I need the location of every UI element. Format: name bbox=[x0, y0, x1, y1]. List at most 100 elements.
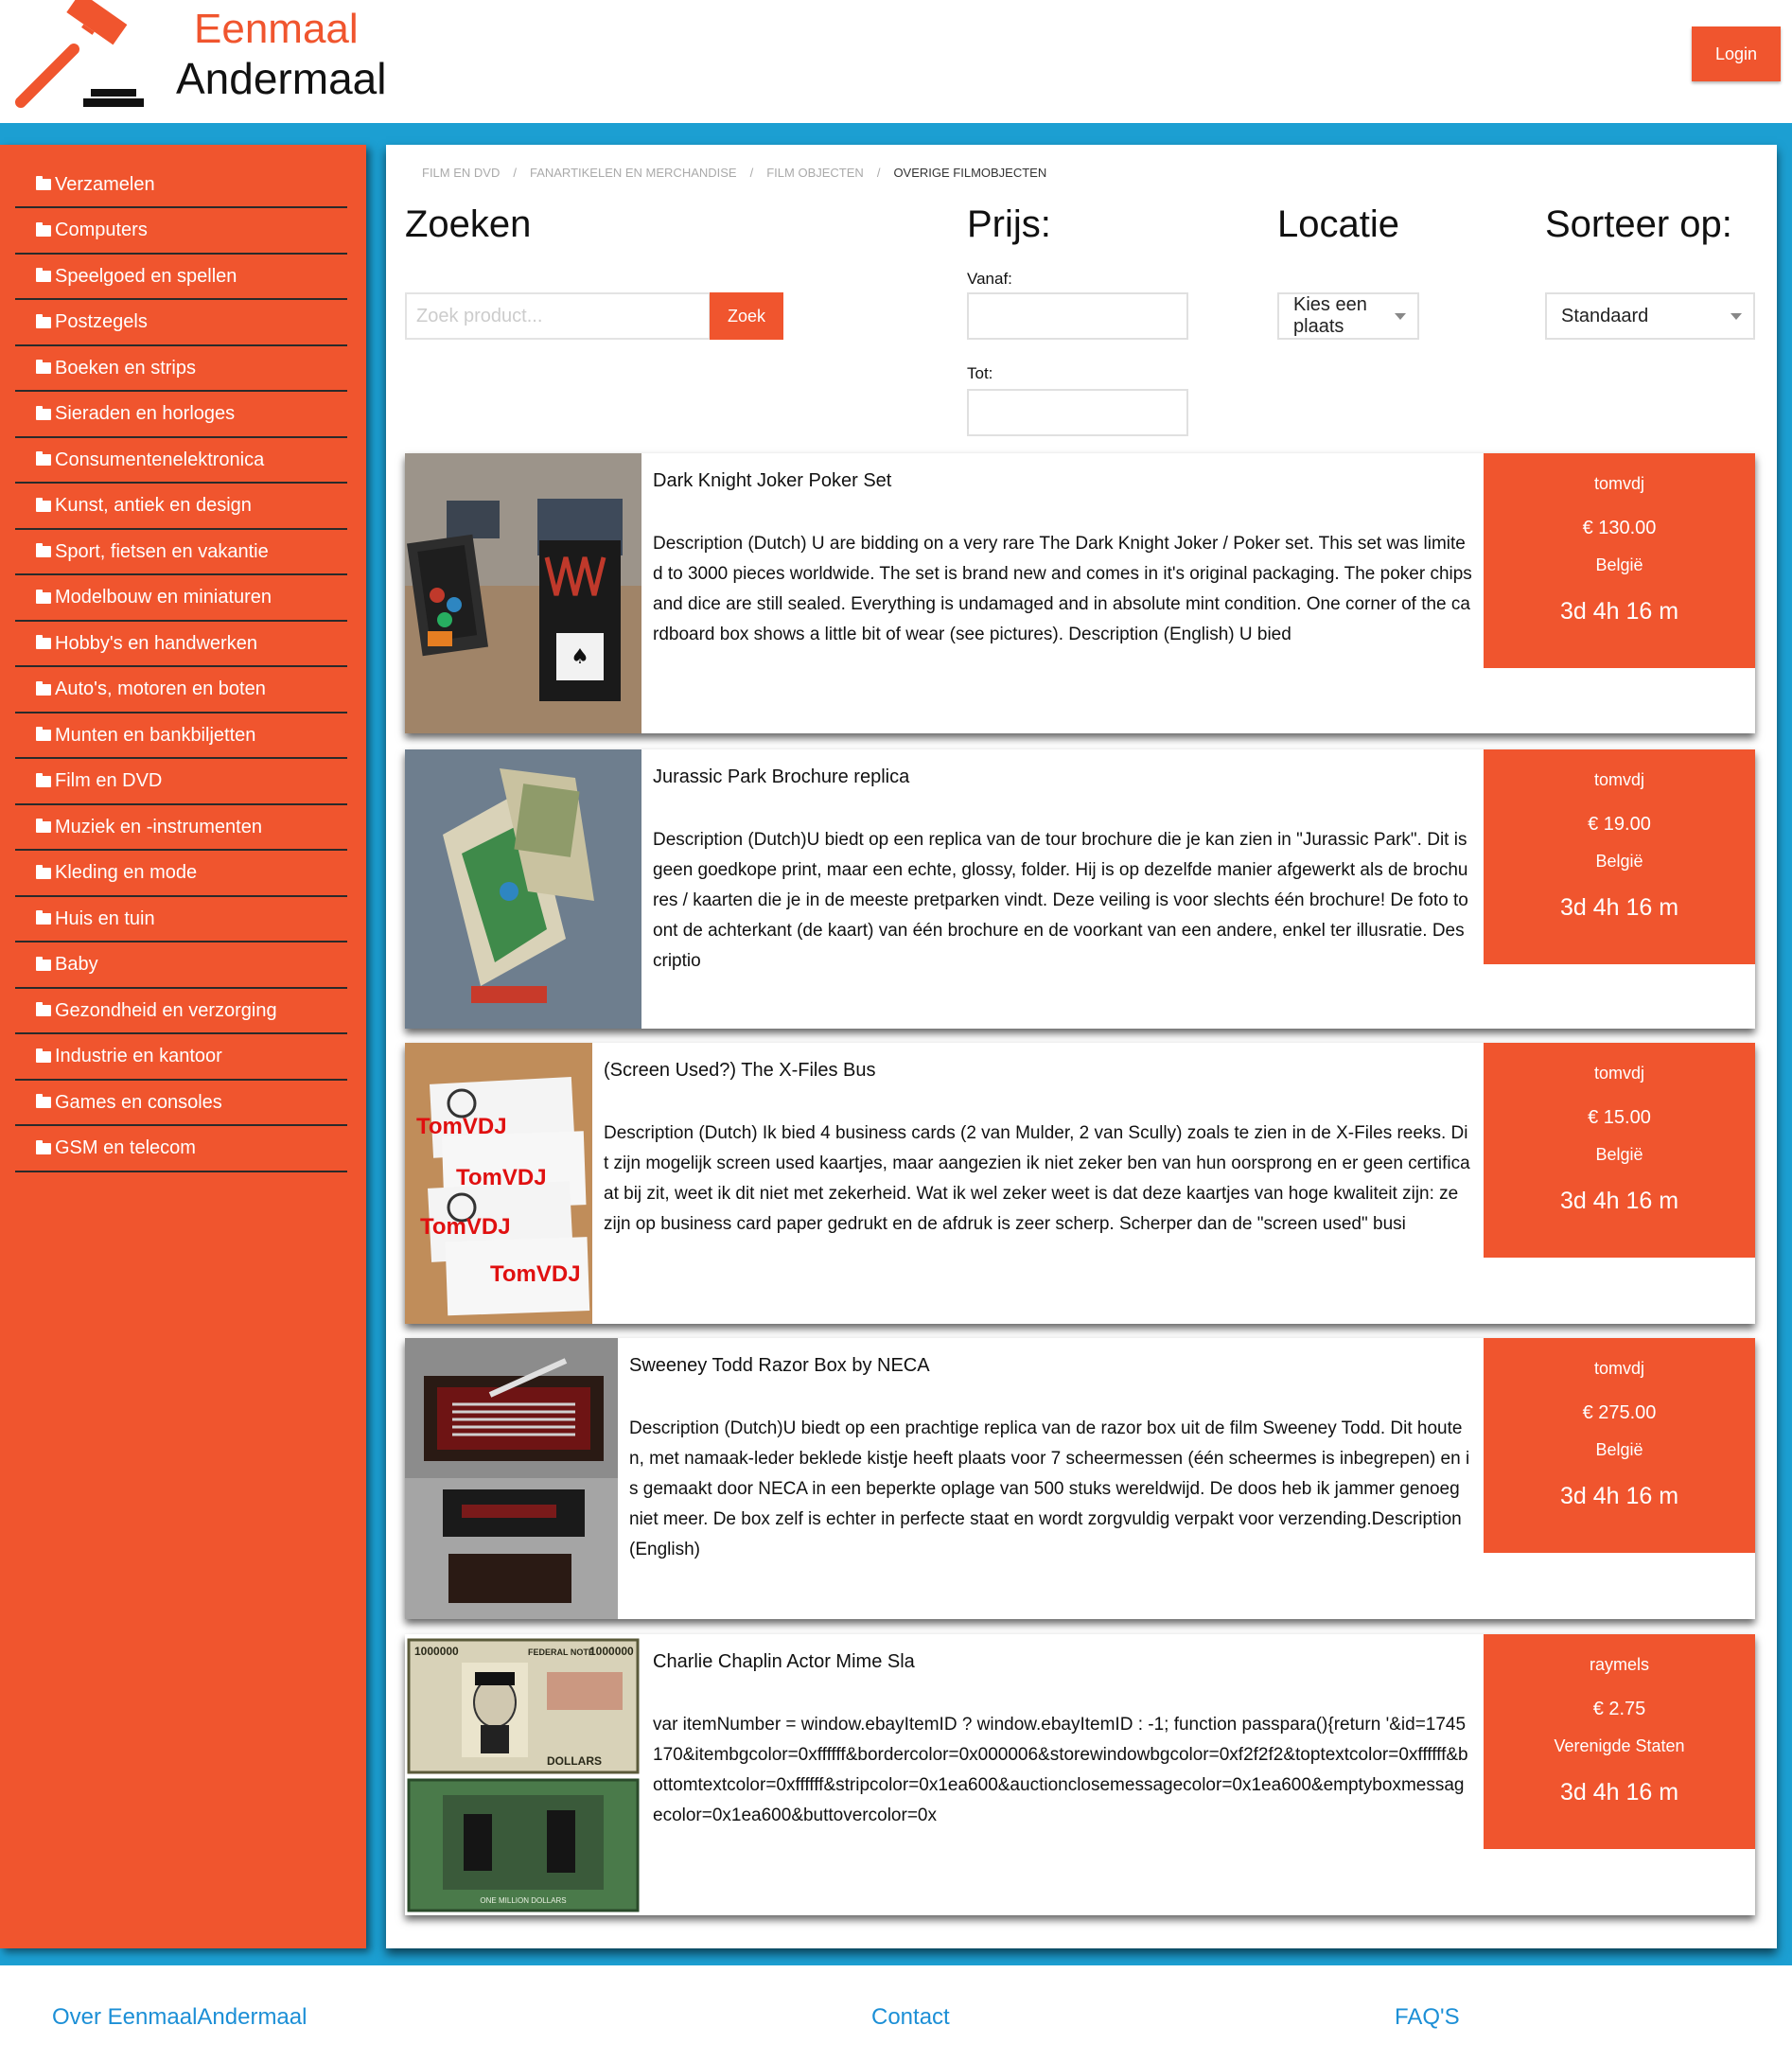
listing-title[interactable]: Jurassic Park Brochure replica bbox=[653, 766, 909, 788]
listing-price: € 15.00 bbox=[1588, 1107, 1651, 1128]
listing-seller[interactable]: tomvdj bbox=[1484, 474, 1755, 494]
sidebar-item-kunst-antiek-en-design[interactable]: Kunst, antiek en design bbox=[15, 484, 347, 530]
sidebar-item-postzegels[interactable]: Postzegels bbox=[15, 301, 347, 346]
sidebar-item-label: Postzegels bbox=[55, 311, 148, 332]
sidebar-item-modelbouw-en-miniaturen[interactable]: Modelbouw en miniaturen bbox=[15, 576, 347, 622]
breadcrumb-item-fanartikelen[interactable]: FANARTIKELEN EN MERCHANDISE bbox=[530, 166, 737, 180]
sidebar-item-industrie-en-kantoor[interactable]: Industrie en kantoor bbox=[15, 1035, 347, 1081]
banknote-photo: 1000000 FEDERAL NOTE 1000000 DOLLARS ONE… bbox=[405, 1634, 641, 1915]
sidebar-item-film-en-dvd[interactable]: Film en DVD bbox=[15, 760, 347, 805]
listing-card[interactable]: Sweeney Todd Razor Box by NECA Descripti… bbox=[405, 1338, 1755, 1619]
sidebar-item-label: Consumentenelektronica bbox=[55, 449, 265, 470]
sidebar-item-sieraden-en-horloges[interactable]: Sieraden en horloges bbox=[15, 393, 347, 438]
sidebar-item-verzamelen[interactable]: Verzamelen bbox=[15, 163, 347, 208]
sidebar-item-games-en-consoles[interactable]: Games en consoles bbox=[15, 1081, 347, 1126]
listing-image[interactable] bbox=[405, 749, 641, 1029]
sidebar-item-speelgoed-en-spellen[interactable]: Speelgoed en spellen bbox=[15, 255, 347, 300]
listing-seller[interactable]: tomvdj bbox=[1484, 1359, 1755, 1379]
sidebar-item-huis-en-tuin[interactable]: Huis en tuin bbox=[15, 897, 347, 942]
sidebar-item-label: Auto's, motoren en boten bbox=[55, 678, 266, 699]
watermark-text: TomVDJ bbox=[490, 1261, 581, 1287]
sidebar-item-muziek-en-instrumenten[interactable]: Muziek en -instrumenten bbox=[15, 805, 347, 851]
sidebar-item-label: Verzamelen bbox=[55, 173, 155, 195]
listing-image[interactable] bbox=[405, 1338, 618, 1619]
sidebar-item-label: Kunst, antiek en design bbox=[55, 495, 252, 516]
logo-text-eenmaal[interactable]: Eenmaal bbox=[194, 6, 359, 53]
sidebar-item-gezondheid-en-verzorging[interactable]: Gezondheid en verzorging bbox=[15, 989, 347, 1034]
gavel-icon[interactable] bbox=[8, 0, 149, 109]
breadcrumb: FILM EN DVD / FANARTIKELEN EN MERCHANDIS… bbox=[422, 166, 1046, 180]
folder-icon bbox=[36, 956, 51, 971]
logo-text-andermaal[interactable]: Andermaal bbox=[176, 53, 386, 104]
sidebar-item-auto-s-motoren-en-boten[interactable]: Auto's, motoren en boten bbox=[15, 668, 347, 713]
search-heading: Zoeken bbox=[405, 203, 532, 245]
listing-card[interactable]: 1000000 FEDERAL NOTE 1000000 DOLLARS ONE… bbox=[405, 1634, 1755, 1915]
listing-card[interactable]: Jurassic Park Brochure replica Descripti… bbox=[405, 749, 1755, 1029]
listing-price: € 275.00 bbox=[1582, 1402, 1657, 1423]
price-to-input[interactable] bbox=[967, 389, 1188, 436]
sort-select[interactable]: Standaard bbox=[1545, 292, 1755, 340]
listing-card[interactable]: ♠ Dark Knight Joker Poker Set Descriptio… bbox=[405, 453, 1755, 733]
sidebar-item-label: Computers bbox=[55, 220, 148, 240]
folder-icon bbox=[36, 589, 51, 604]
location-heading: Locatie bbox=[1277, 203, 1399, 245]
breadcrumb-separator: / bbox=[876, 166, 881, 180]
sidebar-item-sport-fietsen-en-vakantie[interactable]: Sport, fietsen en vakantie bbox=[15, 530, 347, 575]
sort-heading: Sorteer op: bbox=[1545, 203, 1732, 245]
poker-set-photo: ♠ bbox=[405, 453, 641, 733]
sidebar-item-hobby-s-en-handwerken[interactable]: Hobby's en handwerken bbox=[15, 622, 347, 667]
listing-country: België bbox=[1595, 852, 1643, 871]
login-button[interactable]: Login bbox=[1692, 26, 1781, 81]
price-from-label: Vanaf: bbox=[967, 270, 1012, 288]
sidebar-item-label: Sieraden en horloges bbox=[55, 403, 236, 424]
folder-icon bbox=[36, 405, 51, 420]
search-input[interactable] bbox=[405, 292, 711, 340]
price-heading: Prijs: bbox=[967, 203, 1051, 245]
sidebar-item-gsm-en-telecom[interactable]: GSM en telecom bbox=[15, 1127, 347, 1172]
sidebar-item-boeken-en-strips[interactable]: Boeken en strips bbox=[15, 346, 347, 392]
listing-title[interactable]: Sweeney Todd Razor Box by NECA bbox=[629, 1355, 930, 1377]
listing-image[interactable]: ♠ bbox=[405, 453, 641, 733]
folder-icon bbox=[36, 727, 51, 741]
listing-seller[interactable]: tomvdj bbox=[1484, 770, 1755, 790]
folder-icon bbox=[36, 1139, 51, 1154]
listing-title[interactable]: (Screen Used?) The X-Files Bus bbox=[604, 1060, 876, 1082]
listing-country: België bbox=[1595, 555, 1643, 574]
sidebar-item-label: Games en consoles bbox=[55, 1091, 222, 1113]
sidebar-item-consumentenelektronica[interactable]: Consumentenelektronica bbox=[15, 438, 347, 484]
sidebar-item-kleding-en-mode[interactable]: Kleding en mode bbox=[15, 852, 347, 897]
listing-info-panel: tomvdj € 15.00 België 3d 4h 16 m bbox=[1484, 1043, 1755, 1258]
sidebar-item-baby[interactable]: Baby bbox=[15, 943, 347, 989]
banknote-label: FEDERAL NOTE bbox=[528, 1647, 594, 1657]
price-to-label: Tot: bbox=[967, 364, 993, 382]
category-sidebar: Verzamelen Computers Speelgoed en spellen P… bbox=[0, 145, 366, 1948]
location-select[interactable]: Kies een plaats bbox=[1277, 292, 1419, 340]
listing-info-panel: tomvdj € 130.00 België 3d 4h 16 m bbox=[1484, 453, 1755, 668]
listing-seller[interactable]: raymels bbox=[1484, 1655, 1755, 1675]
listing-image[interactable]: TomVDJ TomVDJ TomVDJ TomVDJ bbox=[405, 1043, 592, 1324]
sidebar-item-label: Baby bbox=[55, 954, 98, 975]
listing-title[interactable]: Charlie Chaplin Actor Mime Sla bbox=[653, 1651, 915, 1673]
footer-link-about[interactable]: Over EenmaalAndermaal bbox=[52, 2004, 307, 2031]
listing-seller[interactable]: tomvdj bbox=[1484, 1064, 1755, 1083]
listing-time-left: 3d 4h 16 m bbox=[1559, 1188, 1679, 1214]
listing-description: Description (Dutch) U are bidding on a v… bbox=[653, 534, 1472, 644]
sidebar-item-label: Speelgoed en spellen bbox=[55, 265, 237, 287]
sidebar-item-munten-en-bankbiljetten[interactable]: Munten en bankbiljetten bbox=[15, 713, 347, 759]
breadcrumb-item-film-objecten[interactable]: FILM OBJECTEN bbox=[766, 166, 864, 180]
sidebar-item-label: Sport, fietsen en vakantie bbox=[55, 540, 269, 562]
site-header: Eenmaal Andermaal Login bbox=[0, 0, 1792, 123]
footer-link-contact[interactable]: Contact bbox=[871, 2004, 950, 2031]
folder-icon bbox=[36, 680, 51, 696]
listing-card[interactable]: TomVDJ TomVDJ TomVDJ TomVDJ (Screen Used… bbox=[405, 1043, 1755, 1324]
price-from-input[interactable] bbox=[967, 292, 1188, 340]
breadcrumb-item-film-en-dvd[interactable]: FILM EN DVD bbox=[422, 166, 500, 180]
footer-link-faq[interactable]: FAQ'S bbox=[1395, 2004, 1460, 2031]
folder-icon bbox=[36, 497, 51, 512]
listing-info-panel: raymels € 2.75 Verenigde Staten 3d 4h 16… bbox=[1484, 1634, 1755, 1849]
listing-image[interactable]: 1000000 FEDERAL NOTE 1000000 DOLLARS ONE… bbox=[405, 1634, 641, 1915]
search-button[interactable]: Zoek bbox=[710, 292, 783, 340]
listing-title[interactable]: Dark Knight Joker Poker Set bbox=[653, 470, 891, 492]
sidebar-item-computers[interactable]: Computers bbox=[15, 209, 347, 255]
listing-info-panel: tomvdj € 19.00 België 3d 4h 16 m bbox=[1484, 749, 1755, 964]
